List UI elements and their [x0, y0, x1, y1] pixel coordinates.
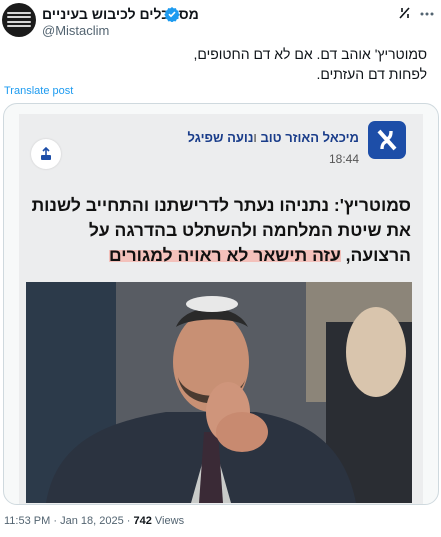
more-options-icon[interactable]	[420, 12, 434, 16]
share-icon	[31, 139, 61, 169]
tweet-text: סמוטריץ' אוהב דם. אם לא דם החטופים, לפחו…	[27, 44, 428, 84]
author-name: נועה שפיגל	[187, 130, 254, 145]
avatar[interactable]	[2, 3, 36, 37]
author-name: מיכאל האוזר טוב	[260, 130, 359, 145]
meta-separator: ·	[53, 515, 58, 527]
meta-separator: ·	[126, 515, 131, 527]
tweet-text-line: לפחות דם העזתים.	[316, 66, 428, 82]
news-site-logo	[368, 121, 406, 159]
photo-illustration	[26, 282, 412, 503]
views-label: Views	[154, 515, 185, 527]
attached-image[interactable]: מיכאל האוזר טוב ונועה שפיגל 18:44 סמוטרי…	[3, 103, 439, 505]
author-separator: ו	[253, 130, 257, 145]
aleph-logo-icon	[377, 129, 397, 151]
verified-badge-icon	[164, 7, 180, 22]
tweet-text-line: סמוטריץ' אוהב דם. אם לא דם החטופים,	[193, 46, 428, 62]
post-time[interactable]: 11:53 PM	[4, 515, 50, 527]
grok-icon[interactable]	[398, 6, 412, 20]
handle[interactable]: @Mistaclim	[42, 23, 109, 38]
article-headline: סמוטריץ': נתניהו נעתר לדרישתנו והתחייב ל…	[31, 193, 411, 268]
views-count: 742	[133, 515, 152, 527]
article-authors: מיכאל האוזר טוב ונועה שפיגל	[187, 130, 359, 145]
post-date[interactable]: Jan 18, 2025	[60, 515, 124, 527]
headline-highlight: עזה תישאר לא ראויה למגורים	[109, 245, 341, 265]
tweet-meta: 11:53 PM · Jan 18, 2025 · 742 Views	[4, 515, 184, 527]
article-photo	[26, 282, 412, 503]
translate-post-link[interactable]: Translate post	[4, 85, 73, 97]
avatar-logo	[7, 12, 31, 27]
article-time: 18:44	[328, 152, 359, 166]
